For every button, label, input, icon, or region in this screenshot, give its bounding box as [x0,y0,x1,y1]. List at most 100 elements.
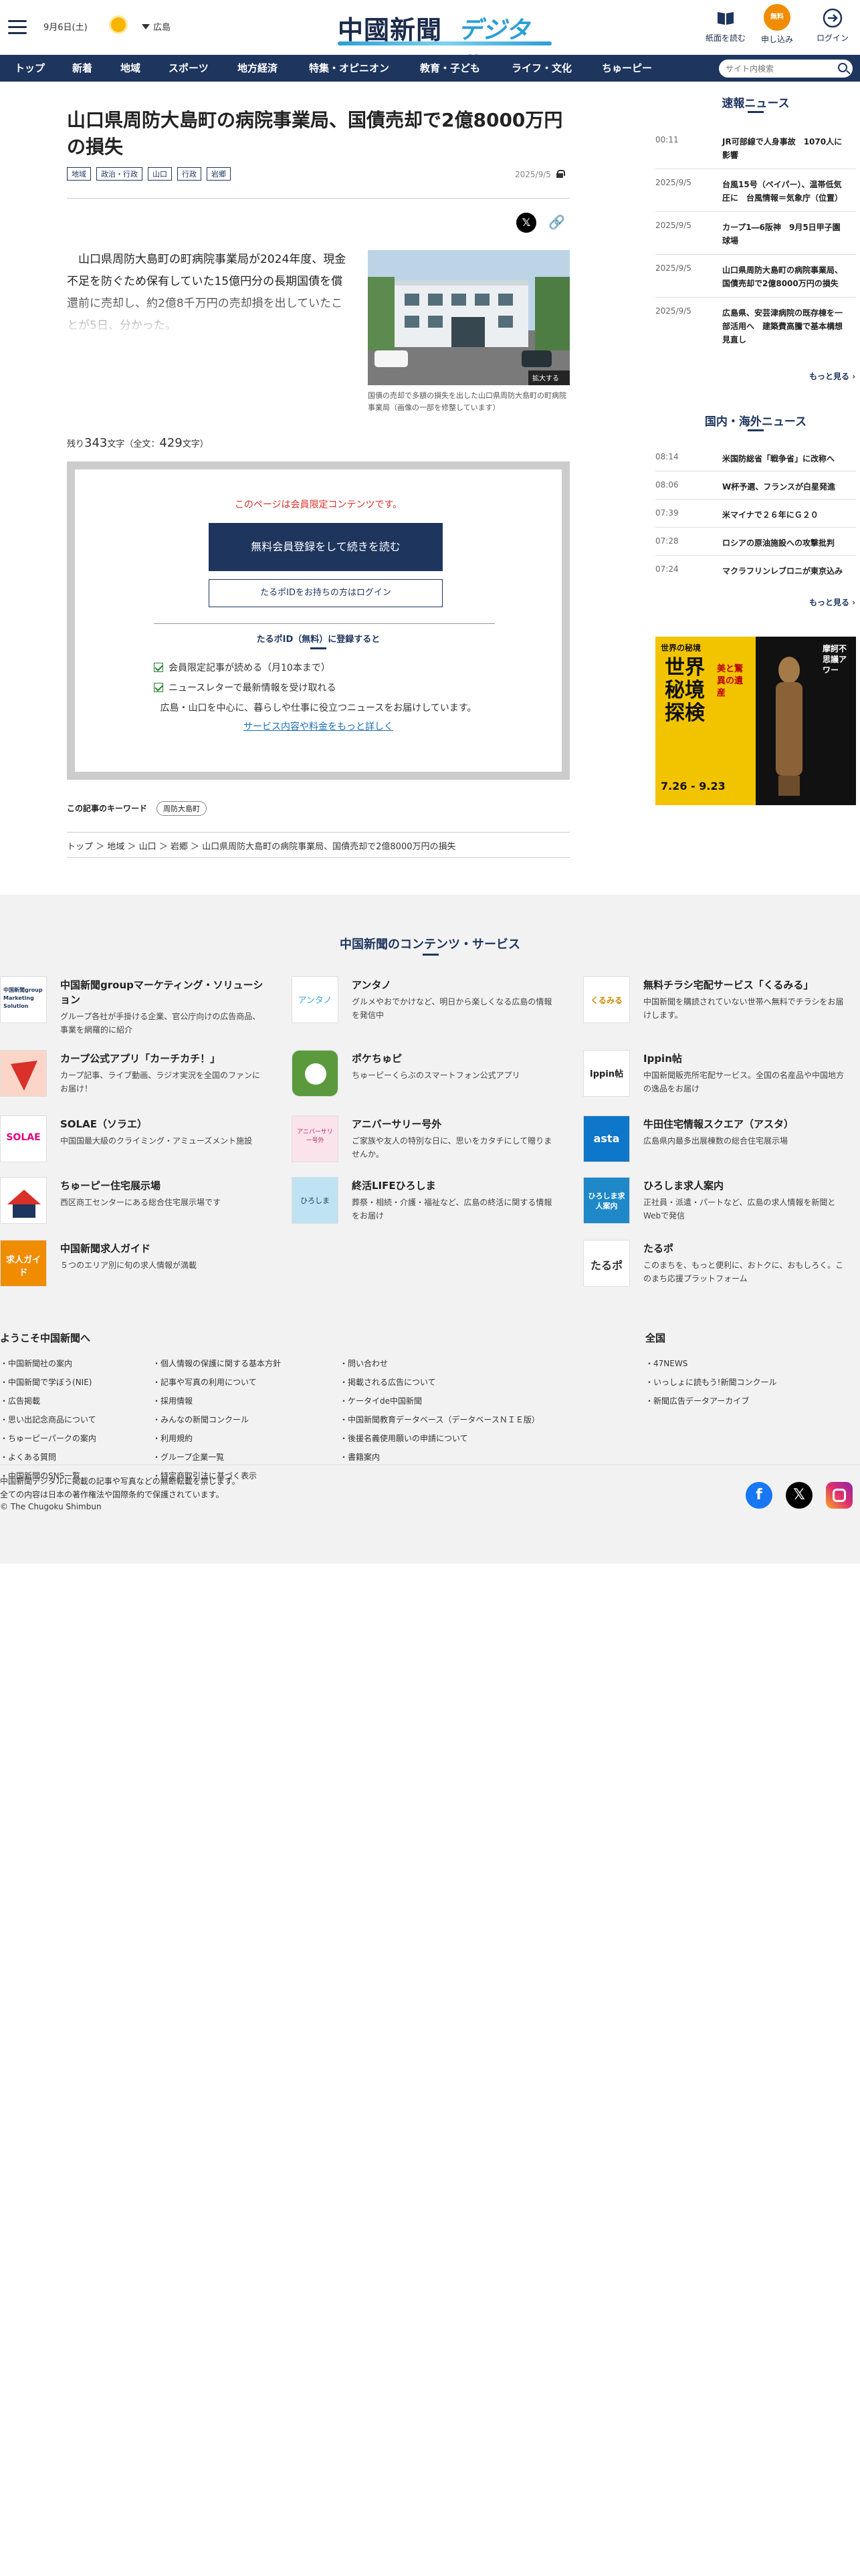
world-item[interactable]: 07:39 米マイナで２６年にＧ２０ [655,508,849,526]
service-desc: 葬祭・相続・介護・福祉など、広島の終活に関する情報をお届け [352,1198,552,1220]
footer-link[interactable]: ・後援名義使用願いの申請について [340,1432,468,1444]
service-pokechupy[interactable]: ポケちゅピ ちゅーピーくらぶのスマートフォン公式アプリ [292,1050,566,1103]
marketing-logo-icon: 中国新聞group Marketing Solution [0,976,47,1023]
breadcrumb-region[interactable]: 地域 [107,842,124,852]
nav-item-life[interactable]: ライフ・文化 [512,55,572,82]
footer-link[interactable]: ・みんなの新聞コンクール [152,1414,249,1425]
article-photo[interactable]: 拡大する [368,250,570,385]
footer-link[interactable]: ・掲載される広告について [340,1376,436,1388]
footer-link[interactable]: ・新聞広告データアーカイブ [645,1395,749,1406]
service-carp-app[interactable]: カープ公式アプリ「カーチカチ！」 カープ記事、ライブ動画、ラジオ実況を全国のファ… [0,1050,274,1103]
news-headline: 米マイナで２６年にＧ２０ [722,510,819,520]
x-icon[interactable]: 𝕏 [786,1482,813,1509]
world-item[interactable]: 07:28 ロシアの原油施設への攻撃批判 [655,536,849,554]
footer-link[interactable]: ・グループ企業一覧 [152,1451,224,1463]
world-item[interactable]: 07:24 マクラフリンレブロニが東京込み [655,564,849,582]
exhibition-ad[interactable]: 世界の秘境 世界秘境探検 美と驚異の遺産 7.26 - 9.23 摩訶不思議アワ… [655,637,856,805]
lock-icon [556,170,565,178]
instagram-icon[interactable] [826,1482,853,1509]
news-time: 00:11 [655,135,679,144]
benefits-title: たるポID（無料）に登録すると [256,635,381,645]
nav-item-chupy[interactable]: ちゅーピー [602,55,652,82]
footer-link[interactable]: ・中国新聞教育データベース（データベースＮＩＥ版） [340,1414,540,1425]
benefits-underline [310,647,326,649]
service-solae[interactable]: SOLAE SOLAE（ソラエ） 中国国最大級のクライミング・アミューズメント施… [0,1115,274,1169]
nav-item-region[interactable]: 地域 [120,55,140,82]
nav-item-feature[interactable]: 特集・オピニオン [309,55,389,82]
footer-link[interactable]: ・いっしょに読もう!新聞コンクール [645,1376,776,1388]
shukatsu-logo-icon: ひろしま [292,1177,338,1224]
footer-link[interactable]: ・ちゅーピーパークの案内 [0,1432,96,1444]
kyujin-guide-logo-text: 求人ガイド [5,1255,41,1278]
menu-icon[interactable] [8,20,27,35]
footer-link[interactable]: ・中国新聞社の案内 [0,1358,72,1369]
footer-link[interactable]: ・問い合わせ [340,1358,388,1369]
nav-item-top[interactable]: トップ [15,55,45,82]
footer-link[interactable]: ・ケータイde中国新聞 [340,1395,422,1406]
world-more-link[interactable]: もっと見る › [809,597,855,608]
search-icon[interactable] [838,63,847,72]
nav-item-education[interactable]: 教育・子ども [420,55,480,82]
link-copy-icon[interactable]: 🔗 [548,214,565,231]
site-logo[interactable]: 中國新聞 デジタル [338,7,552,79]
footer-link[interactable]: ・採用情報 [152,1395,193,1406]
service-marketing[interactable]: 中国新聞group Marketing Solution 中国新聞groupマー… [0,976,274,1035]
breadcrumb-yamaguchi[interactable]: 山口 [139,842,156,852]
service-anniversary[interactable]: アニバーサリー号外 アニバーサリー号外 ご家族や友人の特別な日に、思いをカタチに… [292,1115,566,1169]
news-divider [655,254,856,255]
footer-link[interactable]: ・個人情報の保護に関する基本方針 [152,1358,281,1369]
footer-link[interactable]: ・利用規約 [152,1432,193,1444]
footer-link[interactable]: ・よくある質問 [0,1451,56,1463]
read-paper-button[interactable]: 紙面を読む [702,7,749,43]
login-button[interactable]: ログイン [809,7,856,43]
world-item[interactable]: 08:14 米国防総省「戦争省」に改称へ [655,452,849,469]
tag-administration[interactable]: 行政 [177,167,201,181]
breadcrumb-top[interactable]: トップ [67,842,93,852]
signup-button[interactable]: 無料 申し込み [754,4,800,45]
service-antano[interactable]: アンタノ アンタノ グルメやおでかけなど、明日から楽しくなる広島の情報を発信中 [292,976,566,1030]
tarupo-logo-icon: たるポ [583,1240,630,1287]
news-headline: 山口県周防大島町の病院事業局、国債売却で2億8000万円の損失 [722,265,843,288]
breaking-item[interactable]: 2025/9/5 台風15号（ペイパー）、温帯低気圧に 台風情報＝気象庁（位置） [655,178,849,205]
tag-iwago[interactable]: 岩郷 [207,167,231,181]
service-chupy-housing[interactable]: ちゅーピー住宅展示場 西区商工センターにある総合住宅展示場です [0,1177,274,1230]
tag-region[interactable]: 地域 [67,167,91,181]
nav-item-economy[interactable]: 地方経済 [237,55,278,82]
service-kyujin-guide[interactable]: 求人ガイド 中国新聞求人ガイド ５つのエリア別に旬の求人情報が満載 [0,1240,274,1293]
search-input[interactable] [726,62,833,76]
nav-item-sports[interactable]: スポーツ [169,55,209,82]
register-button[interactable]: 無料会員登録をして続きを読む [209,523,443,571]
breaking-item[interactable]: 2025/9/5 広島県、安芸津病院の既存棟を一部活用へ 建築費高騰で基本構想見直… [655,306,849,346]
service-kurumiru[interactable]: くるみる 無料チラシ宅配サービス「くるみる」 中国新聞を購読されていない世帯へ無… [583,976,857,1030]
world-news-title: 国内・海外ニュース [704,415,807,429]
service-ippin[interactable]: Ippin帖 Ippin帖 中国新聞販売所宅配サービス。全国の名産品や中国地方の… [583,1050,857,1103]
footer-link[interactable]: ・広告掲載 [0,1395,40,1406]
world-item[interactable]: 08:06 W杯予選、フランスが白星発進 [655,480,849,498]
keyword-tag[interactable]: 周防大島町 [156,801,207,816]
ippin-logo-icon: Ippin帖 [583,1050,630,1097]
service-details-link[interactable]: サービス内容や料金をもっと詳しく [75,720,562,733]
tag-yamaguchi[interactable]: 山口 [148,167,172,181]
breaking-item[interactable]: 00:11 JR可部線で人身事故 1070人に影響 [655,135,849,162]
facebook-icon[interactable]: f [746,1482,772,1509]
login-tarupo-button[interactable]: たるポIDをお持ちの方はログイン [209,579,443,607]
nav-item-new[interactable]: 新着 [72,55,92,82]
footer-link[interactable]: ・47NEWS [645,1358,687,1369]
news-time: 2025/9/5 [655,221,691,230]
footer-link[interactable]: ・中国新聞で学ぼう(NIE) [0,1376,92,1388]
service-kyujin-annai[interactable]: ひろしま求人案内 ひろしま求人案内 正社員・派遣・パートなど、広島の求人情報を新… [583,1177,857,1230]
service-shukatsu[interactable]: ひろしま 終活LIFEひろしま 葬祭・相続・介護・福祉など、広島の終活に関する情… [292,1177,566,1230]
tag-politics[interactable]: 政治・行政 [96,167,142,181]
region-selector[interactable]: 広島 [142,20,171,33]
x-share-icon[interactable]: 𝕏 [516,213,536,233]
footer-link[interactable]: ・書籍案内 [340,1451,380,1463]
footer-link[interactable]: ・記事や写真の利用について [152,1376,257,1388]
kurumiru-logo-icon: くるみる [583,976,630,1023]
footer-link[interactable]: ・思い出記念商品について [0,1414,96,1425]
breadcrumb-iwago[interactable]: 岩郷 [171,842,188,852]
breaking-more-link[interactable]: もっと見る › [809,370,855,382]
service-asta[interactable]: asta 牛田住宅情報スクエア（アスタ） 広島県内最多出展棟数の総合住宅展示場 [583,1115,857,1169]
service-tarupo[interactable]: たるポ たるポ このまちを、もっと便利に、おトクに、おもしろく。このまち応援プラ… [583,1240,857,1293]
breaking-item[interactable]: 2025/9/5 カープ1―6阪神 9月5日甲子園球場 [655,221,849,247]
breaking-item[interactable]: 2025/9/5 山口県周防大島町の病院事業局、国債売却で2億8000万円の損失 [655,263,849,290]
